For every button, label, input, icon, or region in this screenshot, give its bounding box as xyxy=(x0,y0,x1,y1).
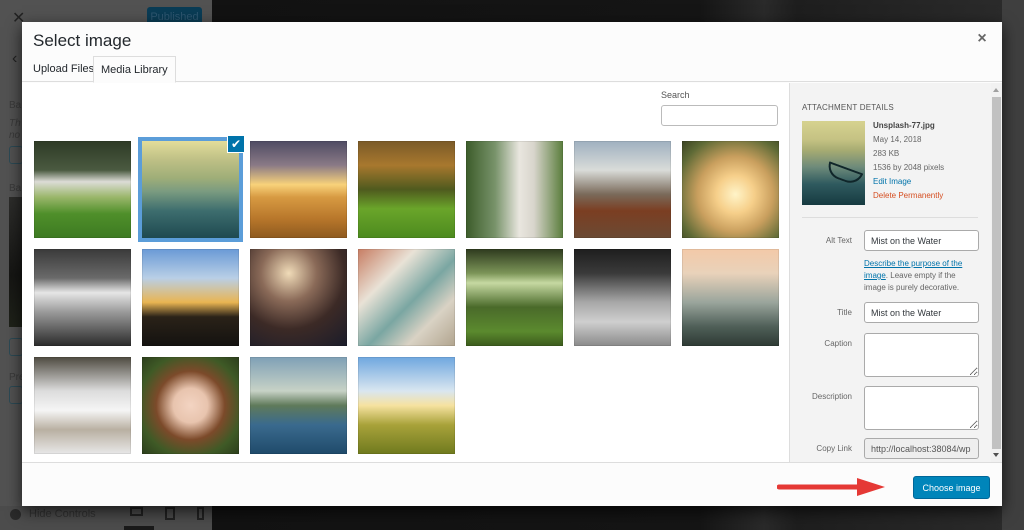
hide-controls-label: Hide Controls xyxy=(29,508,96,520)
attachment-filesize: 283 KB xyxy=(873,149,900,158)
device-preview-buttons xyxy=(130,507,204,520)
search-input[interactable] xyxy=(661,105,778,126)
attachment-thumbnail-sunset-field[interactable] xyxy=(250,141,347,238)
attachment-thumbnail-sunrise-meadow[interactable] xyxy=(358,357,455,454)
panel-select-fragment xyxy=(9,386,23,404)
caption-label: Caption xyxy=(824,339,852,348)
panel-button-fragment xyxy=(9,338,23,356)
attachment-thumbnail-jumping-silhouette-sunset[interactable] xyxy=(142,249,239,346)
collapse-icon xyxy=(10,508,21,520)
close-icon[interactable]: × xyxy=(974,31,990,47)
attachment-thumbnail-girl-sunlight[interactable] xyxy=(682,141,779,238)
attachment-thumbnail-mist-on-the-water-canoe[interactable]: ✔ xyxy=(139,135,245,241)
sidebar-divider xyxy=(802,217,978,218)
modal-title: Select image xyxy=(33,31,132,50)
sidebar-scrollbar[interactable] xyxy=(991,83,1002,462)
delete-permanently-link[interactable]: Delete Permanently xyxy=(873,189,944,203)
tablet-icon xyxy=(165,507,175,520)
selected-checkmark-icon[interactable]: ✔ xyxy=(227,135,245,153)
modal-toolbar: Choose image xyxy=(22,462,1002,506)
attachment-thumbnail-sea-cliff-coast[interactable] xyxy=(250,357,347,454)
attachment-thumbnail-shoes-couple[interactable] xyxy=(574,141,671,238)
scrollbar-thumb[interactable] xyxy=(992,97,1001,449)
tab-media-library[interactable]: Media Library xyxy=(93,56,176,83)
attachment-details-heading: ATTACHMENT DETAILS xyxy=(802,103,894,112)
scroll-up-arrow-icon[interactable] xyxy=(993,88,999,92)
attachment-meta: Unsplash-77.jpg May 14, 2018 283 KB 1536… xyxy=(873,119,944,203)
active-device-indicator xyxy=(124,526,154,530)
description-label: Description xyxy=(811,392,852,401)
annotation-arrow-icon xyxy=(777,478,885,496)
edit-image-link[interactable]: Edit Image xyxy=(873,175,944,189)
attachment-preview-thumbnail xyxy=(802,121,865,205)
media-modal: Select image × Upload Files Media Librar… xyxy=(22,22,1002,506)
panel-text-fragment: Ba xyxy=(9,183,22,194)
scroll-down-arrow-icon[interactable] xyxy=(993,453,999,457)
copy-link-input[interactable] xyxy=(864,438,979,459)
copy-link-label: Copy Link xyxy=(816,444,852,453)
attachment-thumbnail-wedding-lawn-swing[interactable] xyxy=(34,141,131,238)
attachment-thumbnail-party-lights-crowd[interactable] xyxy=(250,249,347,346)
desktop-icon xyxy=(130,507,143,516)
search-label: Search xyxy=(661,90,690,100)
title-label: Title xyxy=(837,308,852,317)
preview-scrollbar xyxy=(1002,0,1024,530)
panel-text-fragment: Ba xyxy=(9,100,22,111)
attachment-thumbnail-autumn-forest[interactable] xyxy=(358,141,455,238)
alt-text-input[interactable] xyxy=(864,230,979,251)
attachment-thumbnail-bicycle-dress[interactable] xyxy=(466,141,563,238)
panel-background-preview xyxy=(9,197,23,327)
attachment-details-sidebar: ATTACHMENT DETAILS Unsplash-77.jpg May 1… xyxy=(789,83,1002,462)
modal-tabs: Upload Files Media Library xyxy=(22,56,1002,83)
panel-button-fragment xyxy=(9,146,23,164)
back-chevron-icon: ‹ xyxy=(12,50,18,67)
attachment-date: May 14, 2018 xyxy=(873,135,922,144)
media-library-content: Search ✔ xyxy=(22,83,789,462)
attachment-thumbnail-vintage-van-window[interactable] xyxy=(358,249,455,346)
mobile-icon xyxy=(197,507,204,520)
attachment-thumbnail-bw-coffee-couple[interactable] xyxy=(34,249,131,346)
alt-text-help: Describe the purpose of the image. Leave… xyxy=(864,258,979,294)
attachment-dimensions: 1536 by 2048 pixels xyxy=(873,163,945,172)
attachment-thumbnail-forest-path-green[interactable] xyxy=(466,249,563,346)
attachment-thumbnail-bw-couple-road[interactable] xyxy=(574,249,671,346)
alt-text-label: Alt Text xyxy=(825,236,852,245)
caption-textarea[interactable] xyxy=(864,333,979,377)
attachment-thumbnail-mountain-valley-cliff[interactable] xyxy=(682,249,779,346)
attachment-filename: Unsplash-77.jpg xyxy=(873,121,935,130)
attachment-thumbnail-snow-walkers[interactable] xyxy=(34,357,131,454)
choose-image-button[interactable]: Choose image xyxy=(913,476,990,499)
hide-controls-button: Hide Controls xyxy=(10,508,96,520)
description-textarea[interactable] xyxy=(864,386,979,430)
attachment-thumbnail-woman-lying-grass[interactable] xyxy=(142,357,239,454)
panel-text-fragment: Th xyxy=(9,118,21,129)
tab-upload-files[interactable]: Upload Files xyxy=(26,56,101,82)
title-input[interactable] xyxy=(864,302,979,323)
panel-text-fragment: no xyxy=(9,130,21,141)
